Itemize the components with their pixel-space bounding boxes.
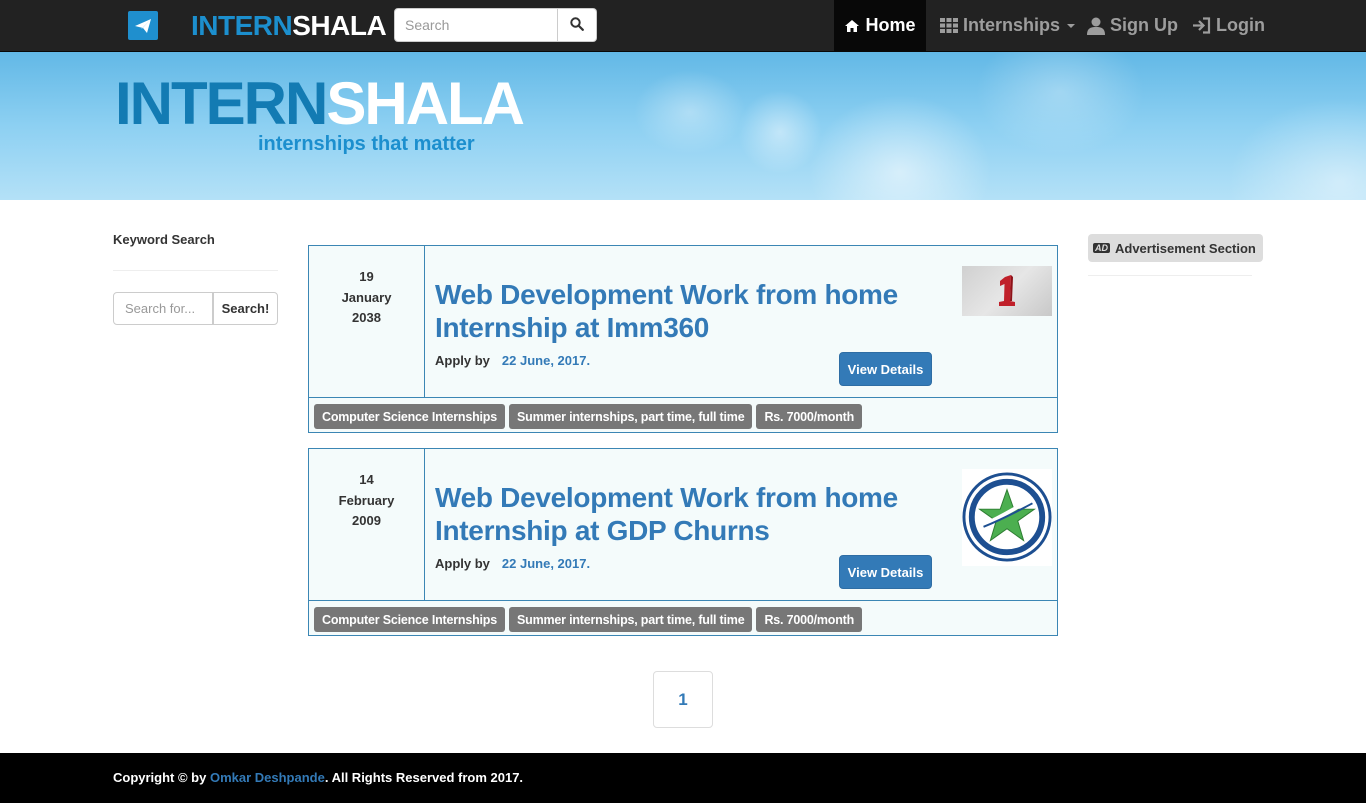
sidebar-divider [113,270,278,271]
internship-card: 14 February 2009 Web Development Work fr… [308,448,1058,636]
apply-deadline: 22 June, 2017. [501,556,591,571]
apply-by-label: Apply by [435,353,490,368]
ad-divider [1088,275,1252,276]
search-icon [570,16,584,34]
company-logo [962,266,1052,316]
advertisement-label: Advertisement Section [1115,240,1256,256]
tag-row: Computer Science Internships Summer inte… [309,397,1057,432]
date-day: 19 [359,269,374,284]
posted-date: 19 January 2038 [309,246,425,397]
brand-logo[interactable]: INTERNSHALA [191,9,387,43]
keyword-search-title: Keyword Search [113,232,215,247]
nav-internships-label: Internships [963,15,1061,35]
banner-logo-intern: INTERN [115,70,328,137]
grid-icon [940,18,958,33]
keyword-search-form: Search! [113,292,278,325]
login-icon [1192,17,1211,34]
view-details-button[interactable]: View Details [839,352,932,386]
keyword-search-input[interactable] [113,292,213,325]
navbar-search-input[interactable] [394,8,558,42]
date-month: February [338,492,395,508]
top-navbar: INTERNSHALA Home Internships Sign Up Log… [0,0,1366,52]
chevron-down-icon [1067,23,1076,28]
tag-type[interactable]: Summer internships, part time, full time [509,404,753,429]
nav-home[interactable]: Home [834,0,926,51]
apply-by: Apply by 22 June, 2017. [435,556,590,571]
banner-tagline: internships that matter [258,133,475,155]
ad-icon: AD [1093,243,1110,253]
posted-date: 14 February 2009 [309,449,425,600]
date-day: 14 [359,472,374,487]
nav-sign-up-label: Sign Up [1110,15,1178,35]
brand-intern-text: INTERN [191,10,293,41]
company-logo [962,469,1052,566]
author-link[interactable]: Omkar Deshpande [210,770,325,785]
nav-home-label: Home [865,15,916,35]
tag-stipend[interactable]: Rs. 7000/month [756,607,863,632]
paper-plane-icon[interactable] [128,11,158,40]
advertisement-badge: AD Advertisement Section [1088,234,1263,262]
tag-category[interactable]: Computer Science Internships [314,404,505,429]
banner-logo: INTERNSHALA [115,70,525,137]
navbar-search [394,8,597,42]
home-icon [844,19,860,33]
copyright-prefix: Copyright © by [113,770,210,785]
apply-by-label: Apply by [435,556,490,571]
pagination-page-1[interactable]: 1 [653,671,713,728]
apply-deadline: 22 June, 2017. [501,353,591,368]
internship-card: 19 January 2038 Web Development Work fro… [308,245,1058,433]
nav-sign-up[interactable]: Sign Up [1087,0,1178,51]
tag-stipend[interactable]: Rs. 7000/month [756,404,863,429]
copyright-text: Copyright © by Omkar Deshpande. All Righ… [113,770,523,785]
nav-login[interactable]: Login [1192,0,1265,51]
internship-title-link[interactable]: Web Development Work from home Internshi… [435,481,935,547]
view-details-button[interactable]: View Details [839,555,932,589]
footer: Copyright © by Omkar Deshpande. All Righ… [0,753,1366,803]
navbar-search-button[interactable] [558,8,597,42]
tag-type[interactable]: Summer internships, part time, full time [509,607,753,632]
date-year: 2038 [352,310,381,325]
date-month: January [341,289,392,305]
apply-by: Apply by 22 June, 2017. [435,353,590,368]
keyword-search-button[interactable]: Search! [213,292,278,325]
brand-shala-text: SHALA [292,10,387,41]
nav-internships-dropdown[interactable]: Internships [940,0,1076,51]
tag-row: Computer Science Internships Summer inte… [309,600,1057,635]
internship-title-link[interactable]: Web Development Work from home Internshi… [435,278,935,344]
nav-login-label: Login [1216,15,1265,35]
user-icon [1087,17,1105,35]
copyright-suffix: . All Rights Reserved from 2017. [324,770,524,785]
tag-category[interactable]: Computer Science Internships [314,607,505,632]
date-year: 2009 [352,513,381,528]
banner-logo-shala: SHALA [326,70,525,137]
